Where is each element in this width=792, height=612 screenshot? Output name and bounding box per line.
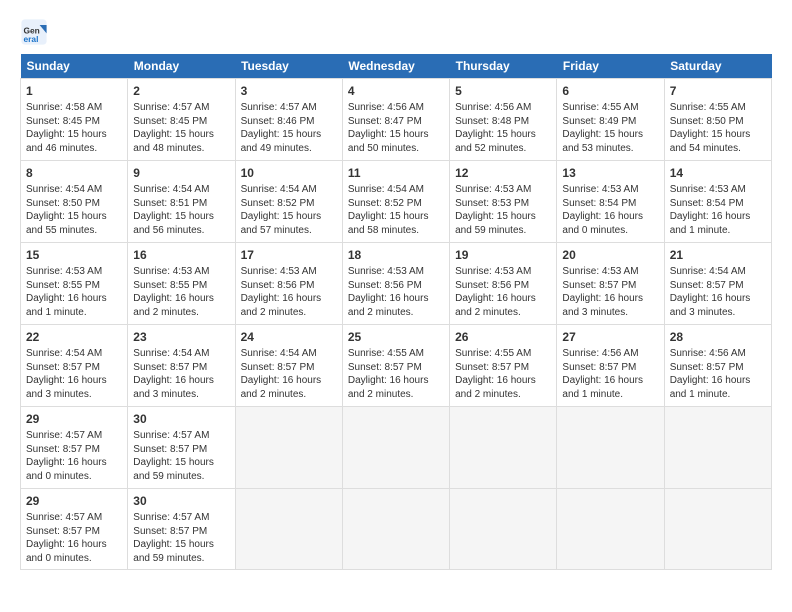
calendar-cell-16: 16Sunrise: 4:53 AMSunset: 8:55 PMDayligh… bbox=[128, 243, 235, 325]
day-number: 23 bbox=[133, 329, 229, 345]
header: Gen eral bbox=[20, 18, 772, 46]
calendar-cell-6: 6Sunrise: 4:55 AMSunset: 8:49 PMDaylight… bbox=[557, 79, 664, 161]
day-number: 4 bbox=[348, 83, 444, 99]
calendar-cell-26: 26Sunrise: 4:55 AMSunset: 8:57 PMDayligh… bbox=[450, 325, 557, 407]
calendar-cell-5: 5Sunrise: 4:56 AMSunset: 8:48 PMDaylight… bbox=[450, 79, 557, 161]
day-number: 26 bbox=[455, 329, 551, 345]
calendar-week-2: 8Sunrise: 4:54 AMSunset: 8:50 PMDaylight… bbox=[21, 161, 772, 243]
calendar-cell-18: 18Sunrise: 4:53 AMSunset: 8:56 PMDayligh… bbox=[342, 243, 449, 325]
calendar-cell-24: 24Sunrise: 4:54 AMSunset: 8:57 PMDayligh… bbox=[235, 325, 342, 407]
day-header-friday: Friday bbox=[557, 54, 664, 79]
day-number: 17 bbox=[241, 247, 337, 263]
day-number: 19 bbox=[455, 247, 551, 263]
calendar-week-5: 29Sunrise: 4:57 AMSunset: 8:57 PMDayligh… bbox=[21, 407, 772, 489]
calendar-cell-empty-w5-2 bbox=[235, 407, 342, 489]
calendar-cell-empty-w6-2 bbox=[235, 489, 342, 570]
calendar-cell-11: 11Sunrise: 4:54 AMSunset: 8:52 PMDayligh… bbox=[342, 161, 449, 243]
calendar-cell-23: 23Sunrise: 4:54 AMSunset: 8:57 PMDayligh… bbox=[128, 325, 235, 407]
calendar-cell-empty-w5-3 bbox=[342, 407, 449, 489]
calendar-cell-empty-w5-6 bbox=[664, 407, 771, 489]
calendar-cell-19: 19Sunrise: 4:53 AMSunset: 8:56 PMDayligh… bbox=[450, 243, 557, 325]
day-number: 12 bbox=[455, 165, 551, 181]
calendar-week-4: 22Sunrise: 4:54 AMSunset: 8:57 PMDayligh… bbox=[21, 325, 772, 407]
calendar: SundayMondayTuesdayWednesdayThursdayFrid… bbox=[20, 54, 772, 570]
calendar-cell-empty-w5-4 bbox=[450, 407, 557, 489]
day-number: 24 bbox=[241, 329, 337, 345]
svg-text:eral: eral bbox=[24, 34, 39, 44]
calendar-cell-27: 27Sunrise: 4:56 AMSunset: 8:57 PMDayligh… bbox=[557, 325, 664, 407]
calendar-cell-14: 14Sunrise: 4:53 AMSunset: 8:54 PMDayligh… bbox=[664, 161, 771, 243]
calendar-cell-2: 2Sunrise: 4:57 AMSunset: 8:45 PMDaylight… bbox=[128, 79, 235, 161]
calendar-cell-28: 28Sunrise: 4:56 AMSunset: 8:57 PMDayligh… bbox=[664, 325, 771, 407]
day-number: 13 bbox=[562, 165, 658, 181]
calendar-cell-empty-w6-5 bbox=[557, 489, 664, 570]
day-number: 15 bbox=[26, 247, 122, 263]
calendar-cell-17: 17Sunrise: 4:53 AMSunset: 8:56 PMDayligh… bbox=[235, 243, 342, 325]
day-number: 28 bbox=[670, 329, 766, 345]
calendar-cell-4: 4Sunrise: 4:56 AMSunset: 8:47 PMDaylight… bbox=[342, 79, 449, 161]
day-number: 29 bbox=[26, 411, 122, 427]
day-header-wednesday: Wednesday bbox=[342, 54, 449, 79]
calendar-cell-9: 9Sunrise: 4:54 AMSunset: 8:51 PMDaylight… bbox=[128, 161, 235, 243]
calendar-cell-30: 30Sunrise: 4:57 AMSunset: 8:57 PMDayligh… bbox=[128, 407, 235, 489]
calendar-week-1: 1Sunrise: 4:58 AMSunset: 8:45 PMDaylight… bbox=[21, 79, 772, 161]
day-number: 21 bbox=[670, 247, 766, 263]
day-number: 22 bbox=[26, 329, 122, 345]
day-number: 30 bbox=[133, 493, 229, 509]
calendar-cell-13: 13Sunrise: 4:53 AMSunset: 8:54 PMDayligh… bbox=[557, 161, 664, 243]
day-number: 10 bbox=[241, 165, 337, 181]
day-number: 8 bbox=[26, 165, 122, 181]
day-header-saturday: Saturday bbox=[664, 54, 771, 79]
day-number: 29 bbox=[26, 493, 122, 509]
calendar-cell-21: 21Sunrise: 4:54 AMSunset: 8:57 PMDayligh… bbox=[664, 243, 771, 325]
calendar-cell-29: 29Sunrise: 4:57 AMSunset: 8:57 PMDayligh… bbox=[21, 407, 128, 489]
calendar-cell-empty-w6-3 bbox=[342, 489, 449, 570]
calendar-week-3: 15Sunrise: 4:53 AMSunset: 8:55 PMDayligh… bbox=[21, 243, 772, 325]
day-number: 16 bbox=[133, 247, 229, 263]
calendar-week-6: 29Sunrise: 4:57 AMSunset: 8:57 PMDayligh… bbox=[21, 489, 772, 570]
logo-icon: Gen eral bbox=[20, 18, 48, 46]
calendar-cell-7: 7Sunrise: 4:55 AMSunset: 8:50 PMDaylight… bbox=[664, 79, 771, 161]
calendar-cell-3: 3Sunrise: 4:57 AMSunset: 8:46 PMDaylight… bbox=[235, 79, 342, 161]
day-number: 6 bbox=[562, 83, 658, 99]
day-number: 30 bbox=[133, 411, 229, 427]
day-number: 20 bbox=[562, 247, 658, 263]
calendar-cell-8: 8Sunrise: 4:54 AMSunset: 8:50 PMDaylight… bbox=[21, 161, 128, 243]
calendar-cell-25: 25Sunrise: 4:55 AMSunset: 8:57 PMDayligh… bbox=[342, 325, 449, 407]
day-number: 14 bbox=[670, 165, 766, 181]
calendar-cell-12: 12Sunrise: 4:53 AMSunset: 8:53 PMDayligh… bbox=[450, 161, 557, 243]
day-number: 18 bbox=[348, 247, 444, 263]
page: Gen eral SundayMondayTuesdayWednesdayThu… bbox=[0, 0, 792, 612]
day-number: 1 bbox=[26, 83, 122, 99]
calendar-header-row: SundayMondayTuesdayWednesdayThursdayFrid… bbox=[21, 54, 772, 79]
calendar-cell-10: 10Sunrise: 4:54 AMSunset: 8:52 PMDayligh… bbox=[235, 161, 342, 243]
day-header-sunday: Sunday bbox=[21, 54, 128, 79]
calendar-cell-22: 22Sunrise: 4:54 AMSunset: 8:57 PMDayligh… bbox=[21, 325, 128, 407]
day-header-tuesday: Tuesday bbox=[235, 54, 342, 79]
calendar-cell-1: 1Sunrise: 4:58 AMSunset: 8:45 PMDaylight… bbox=[21, 79, 128, 161]
calendar-cell-empty-w6-4 bbox=[450, 489, 557, 570]
day-header-monday: Monday bbox=[128, 54, 235, 79]
calendar-cell-empty-w5-5 bbox=[557, 407, 664, 489]
day-number: 11 bbox=[348, 165, 444, 181]
calendar-cell-empty-w6-6 bbox=[664, 489, 771, 570]
day-number: 9 bbox=[133, 165, 229, 181]
calendar-cell-15: 15Sunrise: 4:53 AMSunset: 8:55 PMDayligh… bbox=[21, 243, 128, 325]
logo: Gen eral bbox=[20, 18, 50, 46]
day-number: 27 bbox=[562, 329, 658, 345]
day-number: 3 bbox=[241, 83, 337, 99]
calendar-cell-30: 30Sunrise: 4:57 AMSunset: 8:57 PMDayligh… bbox=[128, 489, 235, 570]
calendar-cell-20: 20Sunrise: 4:53 AMSunset: 8:57 PMDayligh… bbox=[557, 243, 664, 325]
day-header-thursday: Thursday bbox=[450, 54, 557, 79]
day-number: 7 bbox=[670, 83, 766, 99]
day-number: 2 bbox=[133, 83, 229, 99]
day-number: 25 bbox=[348, 329, 444, 345]
day-number: 5 bbox=[455, 83, 551, 99]
calendar-cell-29: 29Sunrise: 4:57 AMSunset: 8:57 PMDayligh… bbox=[21, 489, 128, 570]
